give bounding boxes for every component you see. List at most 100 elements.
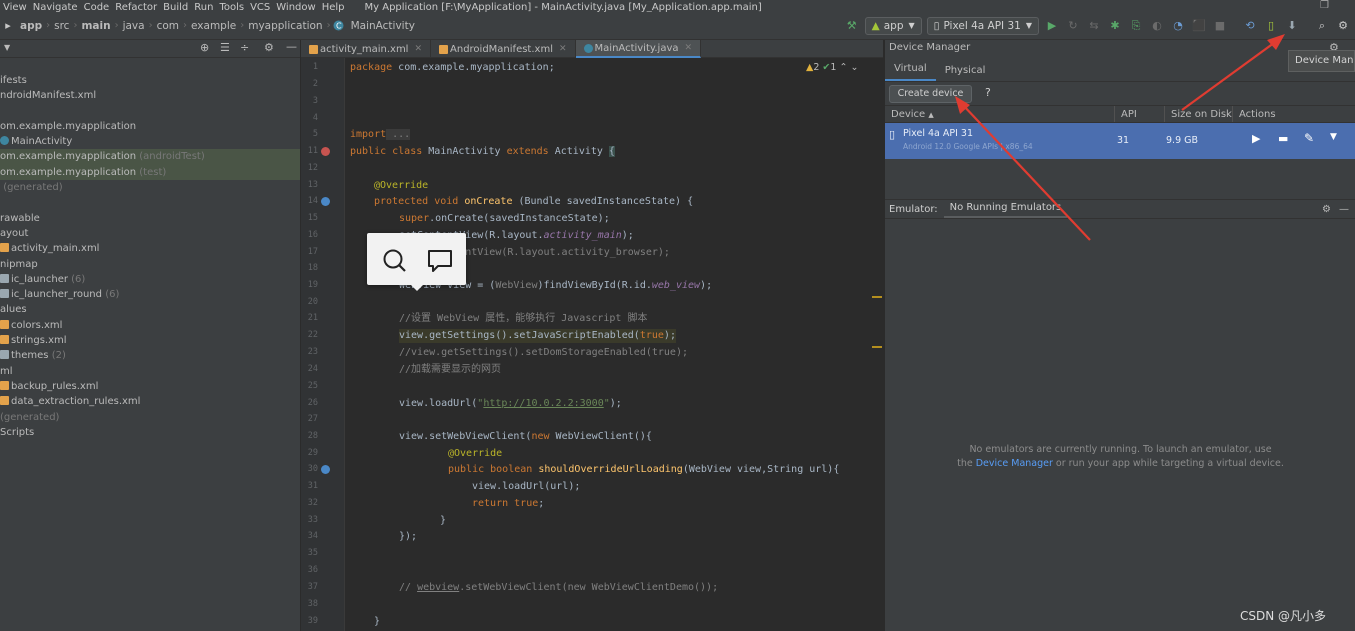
- col-api[interactable]: API: [1115, 106, 1165, 122]
- breadcrumb-app[interactable]: app: [16, 20, 46, 32]
- tree-item[interactable]: strings.xml: [0, 333, 300, 348]
- stop-icon[interactable]: ■: [1212, 18, 1228, 34]
- menu-vcs[interactable]: VCS: [247, 2, 273, 12]
- tree-item[interactable]: themes (2): [0, 348, 300, 363]
- hammer-icon[interactable]: ⚒: [844, 18, 860, 34]
- launch-icon[interactable]: ▶: [1252, 132, 1260, 145]
- debug-icon[interactable]: ✱: [1107, 18, 1123, 34]
- tree-item[interactable]: ic_launcher (6): [0, 272, 300, 287]
- col-size[interactable]: Size on Disk: [1165, 106, 1233, 122]
- inspection-widget[interactable]: ▲2 ✔1 ⌃ ⌄: [806, 62, 858, 73]
- apply-changes-icon[interactable]: ⇆: [1086, 18, 1102, 34]
- minimize-icon[interactable]: —: [286, 40, 297, 53]
- tree-item[interactable]: MainActivity: [0, 134, 300, 149]
- close-icon[interactable]: ✕: [414, 44, 422, 54]
- device-row[interactable]: ▯ Pixel 4a API 31 Android 12.0 Google AP…: [885, 123, 1355, 159]
- tab-virtual[interactable]: Virtual: [885, 63, 936, 81]
- minimize-icon[interactable]: —: [1339, 204, 1349, 215]
- breadcrumb-java[interactable]: java: [119, 20, 149, 32]
- collapse-all-icon[interactable]: ÷: [240, 41, 249, 54]
- tree-item[interactable]: om.example.myapplication (androidTest): [0, 149, 300, 165]
- device-manager-icon[interactable]: ▯: [1263, 18, 1279, 34]
- coverage-icon[interactable]: ◐: [1149, 18, 1165, 34]
- tree-item[interactable]: om.example.myapplication (test): [0, 164, 300, 181]
- line-number: 23: [307, 347, 318, 357]
- rerun-icon[interactable]: ↻: [1065, 18, 1081, 34]
- tree-item[interactable]: nipmap: [0, 257, 300, 272]
- edit-icon[interactable]: ✎: [1304, 131, 1314, 145]
- close-icon[interactable]: ✕: [559, 44, 567, 54]
- tab-android-manifest[interactable]: AndroidManifest.xml ✕: [431, 40, 576, 58]
- gear-icon[interactable]: ⚙: [264, 41, 274, 54]
- breadcrumb-com[interactable]: com: [153, 20, 183, 32]
- restore-window-icon[interactable]: ❐: [1320, 0, 1329, 12]
- code-editor[interactable]: ▲2 ✔1 ⌃ ⌄ package com.example.myapplicat…: [346, 58, 883, 631]
- tree-item[interactable]: ifests: [0, 73, 300, 88]
- breadcrumb-main[interactable]: main: [77, 20, 114, 32]
- menu-window[interactable]: Window: [273, 2, 318, 12]
- tree-item[interactable]: ml: [0, 364, 300, 379]
- tree-item[interactable]: backup_rules.xml: [0, 379, 300, 394]
- breadcrumb-mainactivity[interactable]: MainActivity: [347, 20, 419, 32]
- search-icon[interactable]: [382, 248, 408, 274]
- close-icon[interactable]: ✕: [685, 43, 693, 53]
- menu-tools[interactable]: Tools: [216, 2, 247, 12]
- chevron-down-icon[interactable]: ▼: [4, 43, 10, 52]
- folder-icon[interactable]: ▬: [1278, 132, 1288, 145]
- breadcrumb-example[interactable]: example: [187, 20, 240, 32]
- tree-item[interactable]: [0, 195, 300, 210]
- expand-all-icon[interactable]: ☰: [220, 41, 230, 54]
- breadcrumb-src[interactable]: src: [50, 20, 73, 32]
- profile-icon[interactable]: ◔: [1170, 18, 1186, 34]
- tab-physical[interactable]: Physical: [936, 65, 995, 81]
- col-actions[interactable]: Actions: [1233, 106, 1353, 122]
- run-config-selector[interactable]: ▲ app ▼: [864, 16, 922, 35]
- tree-item[interactable]: (generated): [0, 180, 300, 195]
- override-gutter-icon[interactable]: [321, 465, 330, 474]
- attach-process-icon[interactable]: ⬛: [1191, 18, 1207, 34]
- col-device[interactable]: Device ▲: [885, 106, 1115, 122]
- device-selector[interactable]: ▯ Pixel 4a API 31 ▼: [926, 16, 1039, 35]
- tree-item[interactable]: ndroidManifest.xml: [0, 88, 300, 103]
- tab-main-activity-java[interactable]: MainActivity.java ✕: [575, 40, 702, 58]
- search-icon[interactable]: ⌕: [1314, 18, 1330, 34]
- settings-icon[interactable]: ⚙: [1335, 18, 1351, 34]
- tree-item[interactable]: Scripts: [0, 425, 300, 440]
- device-manager-link[interactable]: Device Manager: [976, 458, 1053, 469]
- menu-navigate[interactable]: Navigate: [30, 2, 81, 12]
- breadcrumb-myapplication[interactable]: myapplication: [244, 20, 326, 32]
- menu-refactor[interactable]: Refactor: [112, 2, 160, 12]
- tree-item[interactable]: colors.xml: [0, 318, 300, 333]
- sync-gradle-icon[interactable]: ⟲: [1242, 18, 1258, 34]
- tree-item[interactable]: activity_main.xml: [0, 241, 300, 256]
- emulator-area: No emulators are currently running. To l…: [885, 219, 1355, 625]
- class-gutter-icon[interactable]: [321, 147, 330, 156]
- create-device-button[interactable]: Create device: [889, 85, 972, 103]
- tab-activity-main-xml[interactable]: activity_main.xml ✕: [301, 40, 432, 58]
- comment-icon[interactable]: [426, 248, 454, 274]
- tree-item[interactable]: ic_launcher_round (6): [0, 287, 300, 302]
- tab-no-running-emulators[interactable]: No Running Emulators: [943, 200, 1068, 218]
- menu-code[interactable]: Code: [81, 2, 113, 12]
- sdk-manager-icon[interactable]: ⬇: [1284, 18, 1300, 34]
- attach-debugger-icon[interactable]: ⎘: [1128, 18, 1144, 34]
- warning-marker[interactable]: [872, 296, 882, 298]
- tree-item[interactable]: rawable: [0, 211, 300, 226]
- run-icon[interactable]: ▶: [1044, 18, 1060, 34]
- menu-run[interactable]: Run: [191, 2, 216, 12]
- override-gutter-icon[interactable]: [321, 197, 330, 206]
- warning-marker[interactable]: [872, 346, 882, 348]
- menu-help[interactable]: Help: [319, 2, 348, 12]
- help-button[interactable]: ?: [985, 86, 991, 99]
- tree-item[interactable]: ayout: [0, 226, 300, 241]
- menu-build[interactable]: Build: [160, 2, 191, 12]
- tree-item[interactable]: alues: [0, 302, 300, 317]
- menu-view[interactable]: View: [0, 2, 30, 12]
- tree-item[interactable]: om.example.myapplication: [0, 119, 300, 134]
- tree-item[interactable]: data_extraction_rules.xml: [0, 394, 300, 409]
- chevron-down-icon[interactable]: ▼: [1330, 132, 1337, 142]
- tree-item[interactable]: [0, 104, 300, 119]
- locate-icon[interactable]: ⊕: [200, 41, 209, 54]
- gear-icon[interactable]: ⚙: [1322, 204, 1331, 215]
- tree-item[interactable]: (generated): [0, 410, 300, 425]
